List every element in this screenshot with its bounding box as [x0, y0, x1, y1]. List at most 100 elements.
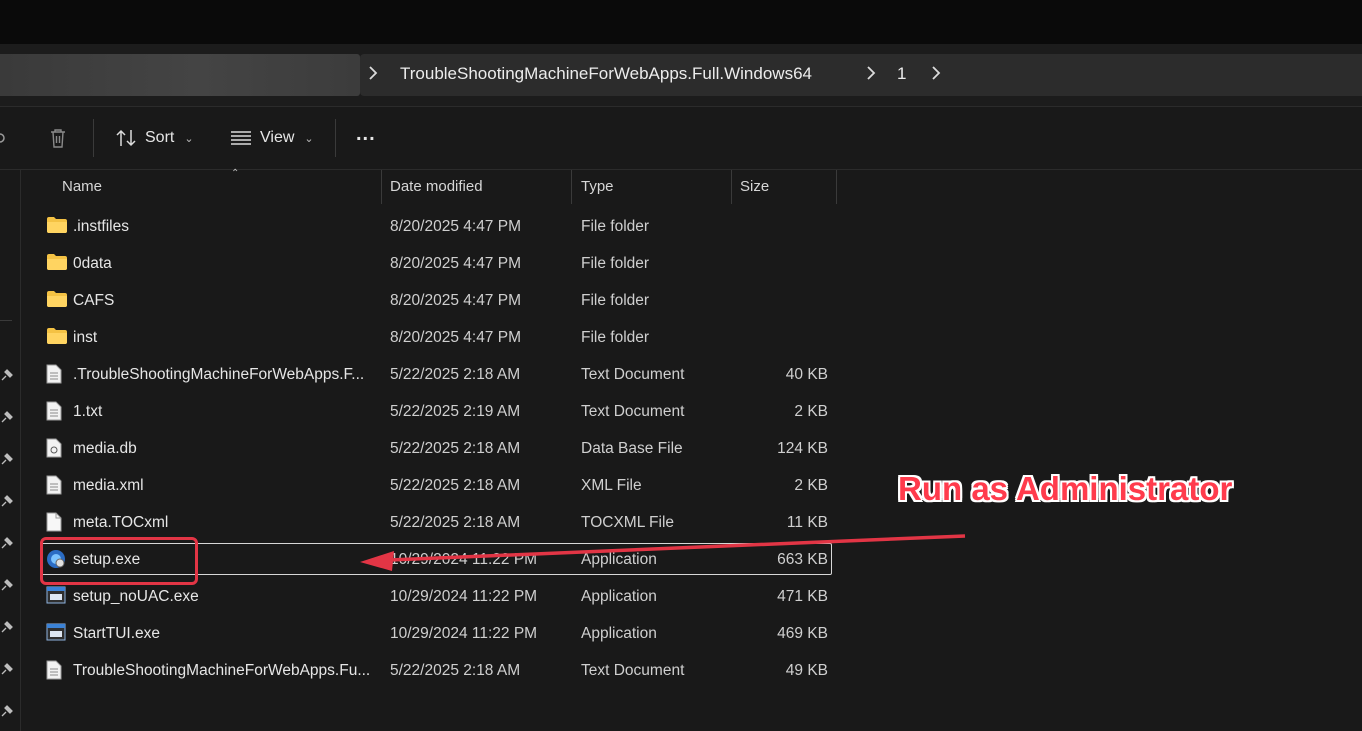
file-type: Text Document [581, 366, 685, 383]
blurred-address-segment [0, 54, 360, 96]
file-type: File folder [581, 218, 650, 235]
file-type: Application [581, 551, 657, 568]
breadcrumb-item[interactable]: 1 [897, 64, 906, 84]
file-row[interactable]: media.db 5/22/2025 2:18 AM Data Base File 1… [20, 430, 838, 467]
file-row[interactable]: StartTUI.exe 10/29/2024 11:22 PM Applicati… [20, 615, 838, 652]
view-label: View [260, 129, 295, 146]
file-type: File folder [581, 292, 650, 309]
delete-icon[interactable] [48, 127, 68, 149]
folder-icon [46, 216, 67, 236]
file-date: 5/22/2025 2:18 AM [390, 440, 521, 457]
file-date: 10/29/2024 11:22 PM [390, 588, 538, 605]
text-document-icon [46, 364, 66, 384]
file-size: 2 KB [794, 477, 828, 494]
chevron-right-icon[interactable] [366, 65, 380, 81]
annotation-label: Run as Administrator [898, 470, 1233, 507]
file-size: 124 KB [777, 440, 828, 457]
column-separator[interactable] [836, 170, 837, 204]
navigation-pane[interactable] [0, 170, 21, 731]
text-document-icon [46, 401, 66, 421]
file-row[interactable]: meta.TOCxml 5/22/2025 2:18 AM TOCXML File 1… [20, 504, 838, 541]
file-type: TOCXML File [581, 514, 675, 531]
file-size: 2 KB [794, 403, 828, 420]
file-name: media.db [73, 440, 137, 457]
toolbar-separator [93, 119, 94, 157]
title-bar [0, 0, 1362, 44]
view-icon [231, 131, 251, 145]
file-name: StartTUI.exe [73, 625, 160, 642]
column-separator[interactable] [571, 170, 572, 204]
column-size-header[interactable]: Size [740, 178, 769, 195]
share-icon[interactable] [0, 129, 6, 147]
file-size: 469 KB [777, 625, 828, 642]
more-options-button[interactable]: ... [356, 121, 376, 147]
annotation-highlight-box [40, 537, 198, 585]
file-size: 11 KB [786, 514, 828, 531]
more-icon: ... [356, 122, 376, 145]
file-size: 49 KB [785, 662, 828, 679]
file-type: Data Base File [581, 440, 683, 457]
column-type-header[interactable]: Type [581, 178, 614, 195]
column-date-header[interactable]: Date modified [390, 178, 483, 195]
file-name: setup_noUAC.exe [73, 588, 199, 605]
pin-icon[interactable] [0, 410, 14, 424]
file-type: Application [581, 625, 657, 642]
breadcrumb-item[interactable]: TroubleShootingMachineForWebApps.Full.Wi… [400, 64, 812, 84]
text-document-icon [46, 475, 66, 495]
folder-icon [46, 290, 67, 310]
column-header: ⌃ Name Date modified Type Size [20, 168, 838, 206]
file-date: 5/22/2025 2:18 AM [390, 514, 521, 531]
command-toolbar: Sort ⌄ View ⌄ ... [0, 107, 1362, 170]
view-button[interactable]: View ⌄ [230, 125, 314, 151]
chevron-down-icon: ⌄ [304, 132, 314, 145]
application-icon [46, 586, 66, 606]
file-name: .TroubleShootingMachineForWebApps.F... [73, 366, 365, 383]
file-date: 5/22/2025 2:18 AM [390, 477, 521, 494]
file-row[interactable]: inst 8/20/2025 4:47 PM File folder [20, 319, 838, 356]
file-name: media.xml [73, 477, 144, 494]
pin-icon[interactable] [0, 620, 14, 634]
file-date: 10/29/2024 11:22 PM [390, 625, 538, 642]
sort-button[interactable]: Sort ⌄ [115, 125, 194, 151]
nav-divider [0, 320, 12, 321]
text-document-icon [46, 660, 66, 680]
chevron-right-icon[interactable] [864, 65, 878, 81]
file-date: 5/22/2025 2:18 AM [390, 662, 521, 679]
database-file-icon [46, 438, 66, 458]
file-date: 8/20/2025 4:47 PM [390, 329, 521, 346]
pin-icon[interactable] [0, 578, 14, 592]
file-row[interactable]: media.xml 5/22/2025 2:18 AM XML File 2 KB [20, 467, 838, 504]
file-type: File folder [581, 255, 650, 272]
pin-icon[interactable] [0, 368, 14, 382]
file-date: 8/20/2025 4:47 PM [390, 292, 521, 309]
file-name: TroubleShootingMachineForWebApps.Fu... [73, 662, 371, 679]
file-name: meta.TOCxml [73, 514, 169, 531]
file-type: Application [581, 588, 657, 605]
file-row[interactable]: CAFS 8/20/2025 4:47 PM File folder [20, 282, 838, 319]
pin-icon[interactable] [0, 494, 14, 508]
file-date: 5/22/2025 2:19 AM [390, 403, 521, 420]
pin-icon[interactable] [0, 704, 14, 718]
chevron-right-icon[interactable] [929, 65, 943, 81]
folder-icon [46, 253, 67, 273]
file-size: 663 KB [777, 551, 828, 568]
toolbar-separator [335, 119, 336, 157]
file-size: 40 KB [785, 366, 828, 383]
column-separator[interactable] [731, 170, 732, 204]
file-row[interactable]: 1.txt 5/22/2025 2:19 AM Text Document 2 KB [20, 393, 838, 430]
blank-file-icon [46, 512, 66, 532]
pin-icon[interactable] [0, 452, 14, 466]
file-date: 10/29/2024 11:22 PM [390, 551, 538, 568]
column-separator[interactable] [381, 170, 382, 204]
file-row[interactable]: 0data 8/20/2025 4:47 PM File folder [20, 245, 838, 282]
file-row[interactable]: .TroubleShootingMachineForWebApps.F... 5/… [20, 356, 838, 393]
sort-ascending-icon: ⌃ [231, 168, 240, 179]
sort-label: Sort [145, 129, 175, 146]
file-type: Text Document [581, 662, 685, 679]
file-row[interactable]: .instfiles 8/20/2025 4:47 PM File folder [20, 208, 838, 245]
column-name-header[interactable]: Name [62, 178, 102, 195]
file-row[interactable]: TroubleShootingMachineForWebApps.Fu... 5/… [20, 652, 838, 689]
pin-icon[interactable] [0, 662, 14, 676]
file-name: .instfiles [73, 218, 129, 235]
pin-icon[interactable] [0, 536, 14, 550]
